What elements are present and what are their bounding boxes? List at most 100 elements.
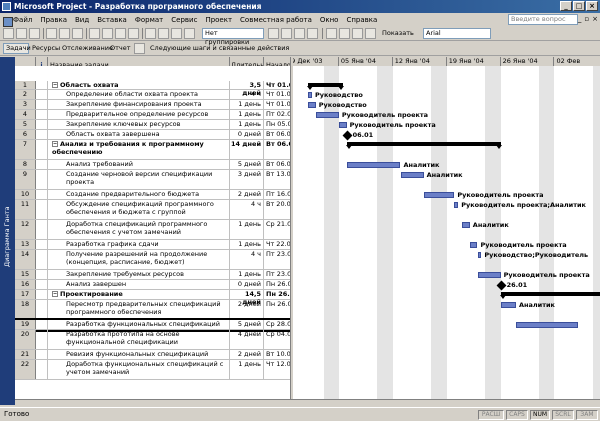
duration-cell[interactable]: 1 день bbox=[230, 100, 264, 109]
task-name-cell[interactable]: Ревизия функциональных спецификаций bbox=[48, 350, 230, 359]
menu-insert[interactable]: Вставка bbox=[93, 16, 131, 24]
table-row[interactable]: 5 Закрепление ключевых ресурсов 1 день Пн 0… bbox=[15, 120, 290, 130]
collapse-icon[interactable]: − bbox=[52, 141, 58, 147]
start-cell[interactable]: Вт 06.01.04 bbox=[264, 160, 290, 169]
start-cell[interactable]: Чт 22.01.04 bbox=[264, 240, 290, 249]
zoom-in-icon[interactable] bbox=[268, 28, 279, 39]
table-row[interactable]: 8 Анализ требований 5 днейВт 06.01.04 bbox=[15, 160, 290, 170]
goto-task-icon[interactable] bbox=[294, 28, 305, 39]
duration-cell[interactable]: 4 ч bbox=[230, 200, 264, 219]
save-icon[interactable] bbox=[29, 28, 40, 39]
task-name-cell[interactable]: Разработка графика сдачи bbox=[48, 240, 230, 249]
start-cell[interactable]: Чт 01.01.04 bbox=[264, 100, 290, 109]
task-name-cell[interactable]: Создание предварительного бюджета bbox=[48, 190, 230, 199]
task-bar[interactable] bbox=[315, 112, 339, 118]
task-name-cell[interactable]: Обсуждение спецификаций программного обе… bbox=[48, 200, 230, 219]
start-cell[interactable]: Пн 26.01.04 bbox=[264, 290, 290, 299]
menu-edit[interactable]: Правка bbox=[36, 16, 71, 24]
close-button[interactable]: × bbox=[586, 1, 598, 11]
row-number[interactable]: 9 bbox=[15, 170, 36, 189]
start-cell[interactable]: Пт 23.01.04 bbox=[264, 270, 290, 279]
table-row[interactable]: 9 Создание черновой версии спецификации п… bbox=[15, 170, 290, 190]
start-cell[interactable]: Ср 28.01.04 bbox=[264, 320, 290, 329]
gantt-chart[interactable]: Руководство Руководство Руководитель проек… bbox=[293, 66, 600, 405]
start-cell[interactable]: Вт 06.01.04 bbox=[264, 140, 290, 159]
menu-format[interactable]: Формат bbox=[131, 16, 167, 24]
task-bar[interactable] bbox=[454, 202, 459, 208]
task-name-cell[interactable]: Закрепление ключевых ресурсов bbox=[48, 120, 230, 129]
spelling-icon[interactable] bbox=[72, 28, 83, 39]
row-number[interactable]: 21 bbox=[15, 350, 36, 359]
table-row[interactable]: 4 Предварительное определение ресурсов 1 д… bbox=[15, 110, 290, 120]
add-icon[interactable] bbox=[352, 28, 363, 39]
task-name-cell[interactable]: Пересмотр предварительных спецификаций п… bbox=[48, 300, 230, 319]
duration-cell[interactable]: 5 дней bbox=[230, 320, 264, 329]
new-icon[interactable] bbox=[3, 28, 14, 39]
guide-icon[interactable] bbox=[134, 43, 145, 54]
row-number[interactable]: 16 bbox=[15, 280, 36, 289]
row-number[interactable]: 6 bbox=[15, 130, 36, 139]
arrow-left-icon[interactable] bbox=[326, 28, 337, 39]
show-label[interactable]: Показать bbox=[382, 29, 414, 37]
start-cell[interactable]: Пн 26.01.04 bbox=[264, 300, 290, 319]
task-name-cell[interactable]: Предварительное определение ресурсов bbox=[48, 110, 230, 119]
task-name-cell[interactable]: Анализ завершен bbox=[48, 280, 230, 289]
duration-cell[interactable]: 1 день bbox=[230, 360, 264, 379]
task-name-cell[interactable]: Закрепление требуемых ресурсов bbox=[48, 270, 230, 279]
copy-icon[interactable] bbox=[102, 28, 113, 39]
cut-icon[interactable] bbox=[89, 28, 100, 39]
maximize-button[interactable]: □ bbox=[573, 1, 585, 11]
resources-button[interactable]: Ресурсы bbox=[32, 44, 60, 52]
row-number[interactable]: 19 bbox=[15, 320, 36, 329]
split-icon[interactable] bbox=[171, 28, 182, 39]
start-cell[interactable]: Пт 02.01.04 bbox=[264, 110, 290, 119]
duration-cell[interactable]: 1 день bbox=[230, 110, 264, 119]
table-row[interactable]: 7 − Анализ и требования к программному обе… bbox=[15, 140, 290, 160]
task-bar[interactable] bbox=[308, 102, 316, 108]
menu-tools[interactable]: Сервис bbox=[167, 16, 201, 24]
menu-window[interactable]: Окно bbox=[316, 16, 343, 24]
open-icon[interactable] bbox=[16, 28, 27, 39]
row-number[interactable]: 8 bbox=[15, 160, 36, 169]
unlink-icon[interactable] bbox=[158, 28, 169, 39]
task-table[interactable]: 1−Область охвата3,5 днейЧт 01.01.042Опре… bbox=[15, 66, 290, 405]
duration-cell[interactable]: 1 день bbox=[230, 270, 264, 279]
paste-icon[interactable] bbox=[115, 28, 126, 39]
task-name-cell[interactable]: Область охвата завершена bbox=[48, 130, 230, 139]
table-row[interactable]: 18 Пересмотр предварительных спецификаций… bbox=[15, 300, 290, 320]
start-cell[interactable]: Пн 26.01.04 bbox=[264, 280, 290, 289]
collapse-icon[interactable]: − bbox=[52, 291, 58, 297]
doc-restore-icon[interactable]: ▫ bbox=[584, 15, 589, 23]
duration-cell[interactable]: 14,5 дней bbox=[230, 290, 264, 306]
duration-cell[interactable]: 4 дней bbox=[230, 330, 264, 349]
start-cell[interactable]: Пн 05.01.04 bbox=[264, 120, 290, 129]
minimize-button[interactable]: _ bbox=[560, 1, 572, 11]
table-row[interactable]: 12 Доработка спецификаций программного об… bbox=[15, 220, 290, 240]
duration-cell[interactable]: 3,5 дней bbox=[230, 81, 264, 97]
group-select[interactable]: Нет группировки bbox=[202, 28, 264, 46]
row-number[interactable]: 20 bbox=[15, 330, 36, 349]
table-row[interactable]: 20 Разработка прототипа на основе функцио… bbox=[15, 330, 290, 350]
next-steps-button[interactable]: Следующие шаги и связанные действия bbox=[150, 44, 289, 52]
start-cell[interactable]: Вт 10.02.04 bbox=[264, 350, 290, 359]
task-bar[interactable] bbox=[477, 272, 501, 278]
doc-minimize-icon[interactable]: _ bbox=[578, 15, 582, 23]
row-number[interactable]: 7 bbox=[15, 140, 36, 159]
table-row[interactable]: 3 Закрепление финансирования проекта 1 ден… bbox=[15, 100, 290, 110]
task-bar[interactable] bbox=[338, 122, 347, 128]
table-row[interactable]: 22 Доработка функциональных спецификаций … bbox=[15, 360, 290, 380]
task-bar[interactable] bbox=[308, 92, 312, 98]
start-cell[interactable]: Чт 01.01.04 bbox=[264, 81, 290, 89]
task-name-cell[interactable]: Создание черновой версии спецификации пр… bbox=[48, 170, 230, 189]
task-name-cell[interactable]: Разработка прототипа на основе функциона… bbox=[48, 330, 230, 349]
duration-cell[interactable]: 4 ч bbox=[230, 90, 264, 99]
row-number[interactable]: 10 bbox=[15, 190, 36, 199]
table-row[interactable]: 1−Область охвата3,5 днейЧт 01.01.04 bbox=[15, 81, 290, 97]
task-name-cell[interactable]: − Анализ и требования к программному обес… bbox=[48, 140, 230, 159]
print-icon[interactable] bbox=[46, 28, 57, 39]
report-button[interactable]: Отчет bbox=[110, 44, 131, 52]
start-cell[interactable]: Чт 01.01.04 bbox=[264, 90, 290, 99]
duration-cell[interactable]: 5 дней bbox=[230, 160, 264, 169]
task-name-cell[interactable]: Анализ требований bbox=[48, 160, 230, 169]
start-cell[interactable]: Вт 20.01.04 bbox=[264, 200, 290, 219]
